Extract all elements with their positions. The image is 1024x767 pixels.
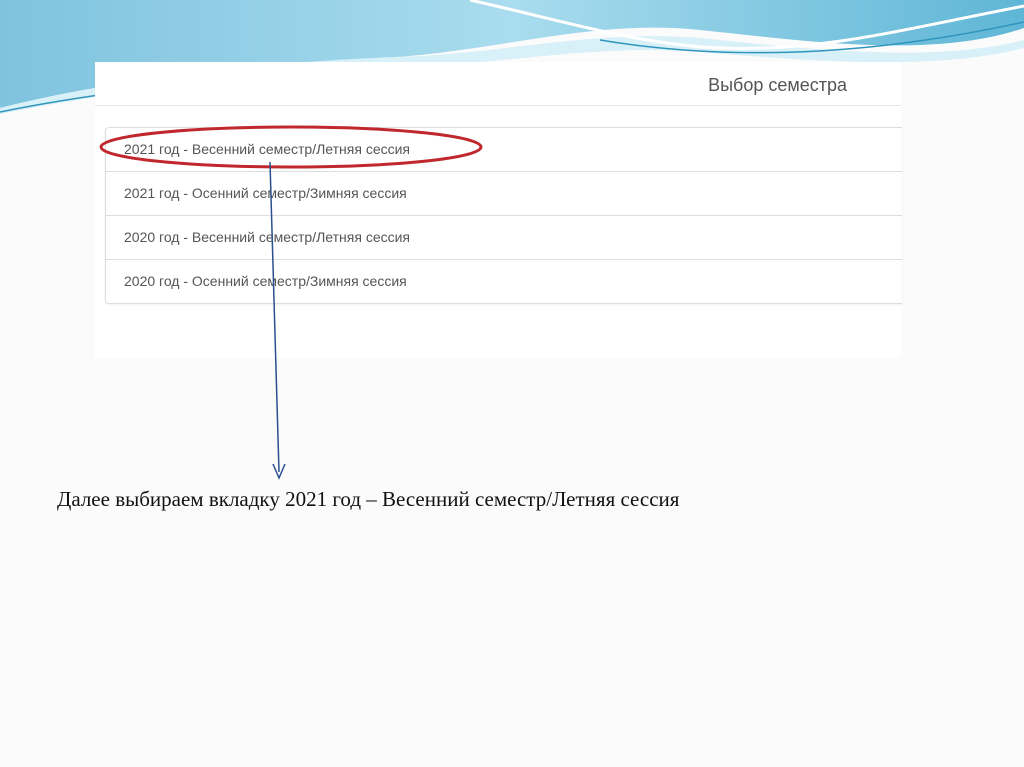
panel-divider	[95, 105, 901, 106]
slide: Выбор семестра 2021 год - Весенний семес…	[0, 0, 1024, 767]
panel-title: Выбор семестра	[708, 75, 847, 95]
semester-item-2020-autumn[interactable]: 2020 год - Осенний семестр/Зимняя сессия	[106, 260, 902, 303]
semester-selection-panel: Выбор семестра 2021 год - Весенний семес…	[95, 62, 902, 358]
pointer-arrow-head	[272, 463, 286, 480]
instruction-caption: Далее выбираем вкладку 2021 год – Весенн…	[57, 487, 680, 511]
semester-list: 2021 год - Весенний семестр/Летняя сесси…	[105, 127, 902, 304]
semester-item-2020-spring[interactable]: 2020 год - Весенний семестр/Летняя сесси…	[106, 216, 902, 260]
semester-item-2021-autumn[interactable]: 2021 год - Осенний семестр/Зимняя сессия	[106, 172, 902, 216]
semester-item-2021-spring[interactable]: 2021 год - Весенний семестр/Летняя сесси…	[106, 128, 902, 172]
